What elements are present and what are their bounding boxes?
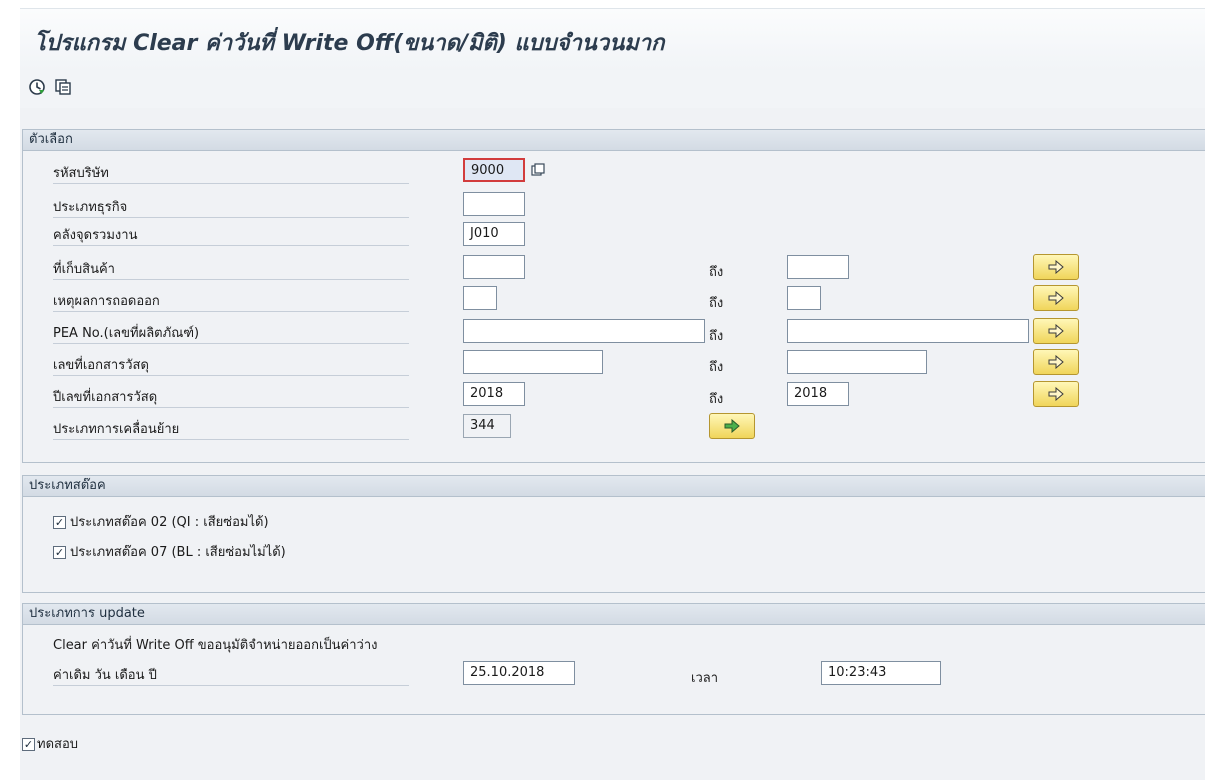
update-type-group-header: ประเภทการ update (23, 604, 1205, 625)
execute-icon[interactable] (26, 76, 48, 98)
checkmark-icon: ✓ (54, 546, 65, 559)
selection-group: ตัวเลือก รหัสบริษัท 9000 ประเภทธุรกิจ คล… (22, 129, 1205, 463)
stock-type-07-checkbox[interactable]: ✓ (53, 546, 66, 559)
material-doc-to-label: ถึง (709, 360, 724, 375)
time-label: เวลา (691, 671, 719, 686)
removal-reason-to-input[interactable] (787, 286, 821, 310)
material-doc-year-from-input[interactable]: 2018 (463, 382, 525, 406)
pea-no-label: PEA No.(เลขที่ผลิตภัณฑ์) (53, 324, 409, 344)
material-doc-to-input[interactable] (787, 350, 927, 374)
arrow-right-icon (1048, 260, 1064, 274)
old-date-input[interactable]: 25.10.2018 (463, 661, 575, 685)
storage-location-to-label: ถึง (709, 265, 724, 280)
pea-no-multiple-selection-button[interactable] (1033, 318, 1079, 344)
storage-location-from-input[interactable] (463, 255, 525, 279)
movement-type-input[interactable]: 344 (463, 414, 511, 438)
movement-type-multiple-selection-button[interactable] (709, 413, 755, 439)
material-doc-year-to-label: ถึง (709, 392, 724, 407)
removal-reason-from-input[interactable] (463, 286, 497, 310)
arrow-right-icon (1048, 291, 1064, 305)
storage-location-multiple-selection-button[interactable] (1033, 254, 1079, 280)
material-doc-label: เลขที่เอกสารวัสดุ (53, 356, 409, 376)
time-input[interactable]: 10:23:43 (821, 661, 941, 685)
material-doc-year-to-input[interactable]: 2018 (787, 382, 849, 406)
update-type-group: ประเภทการ update Clear ค่าวันที่ Write O… (22, 603, 1205, 715)
get-variant-icon[interactable] (52, 76, 74, 98)
stock-type-02-label: ประเภทสต๊อค 02 (QI : เสียซ่อมได้) (70, 515, 269, 530)
checkmark-icon: ✓ (23, 738, 34, 751)
storage-location-to-input[interactable] (787, 255, 849, 279)
pea-no-from-input[interactable] (463, 319, 705, 343)
selection-group-header: ตัวเลือก (23, 130, 1205, 151)
material-doc-multiple-selection-button[interactable] (1033, 349, 1079, 375)
material-doc-year-multiple-selection-button[interactable] (1033, 381, 1079, 407)
old-date-label: ค่าเดิม วัน เดือน ปี (53, 666, 409, 686)
arrow-right-green-icon (724, 419, 740, 433)
stock-type-02-checkbox[interactable]: ✓ (53, 516, 66, 529)
plant-input[interactable]: J010 (463, 222, 525, 246)
stock-type-07-label: ประเภทสต๊อค 07 (BL : เสียซ่อมไม่ได้) (70, 545, 286, 560)
business-type-input[interactable] (463, 192, 525, 216)
storage-location-label: ที่เก็บสินค้า (53, 260, 409, 280)
business-type-label: ประเภทธุรกิจ (53, 198, 409, 218)
stock-type-group-header: ประเภทสต๊อค (23, 476, 1205, 497)
removal-reason-label: เหตุผลการถอดออก (53, 292, 409, 312)
stock-type-group: ประเภทสต๊อค ✓ ประเภทสต๊อค 02 (QI : เสียซ… (22, 475, 1205, 593)
movement-type-label: ประเภทการเคลื่อนย้าย (53, 420, 409, 440)
arrow-right-icon (1048, 387, 1064, 401)
pea-no-to-label: ถึง (709, 329, 724, 344)
title-bar: โปรแกรม Clear ค่าวันที่ Write Off(ขนาด/ม… (20, 8, 1205, 71)
multiple-selection-icon[interactable] (531, 163, 545, 177)
removal-reason-multiple-selection-button[interactable] (1033, 285, 1079, 311)
test-run-checkbox[interactable]: ✓ (22, 738, 35, 751)
removal-reason-to-label: ถึง (709, 296, 724, 311)
application-toolbar (20, 70, 1205, 108)
material-doc-year-label: ปีเลขที่เอกสารวัสดุ (53, 388, 409, 408)
page-title: โปรแกรม Clear ค่าวันที่ Write Off(ขนาด/ม… (34, 31, 665, 56)
update-description: Clear ค่าวันที่ Write Off ขออนุมัติจำหน่… (53, 638, 378, 653)
test-run-label: ทดสอบ (37, 737, 79, 752)
plant-label: คลังจุดรวมงาน (53, 226, 409, 246)
company-code-input[interactable]: 9000 (463, 158, 525, 182)
material-doc-from-input[interactable] (463, 350, 603, 374)
arrow-right-icon (1048, 324, 1064, 338)
company-code-label: รหัสบริษัท (53, 164, 409, 184)
pea-no-to-input[interactable] (787, 319, 1029, 343)
arrow-right-icon (1048, 355, 1064, 369)
checkmark-icon: ✓ (54, 516, 65, 529)
